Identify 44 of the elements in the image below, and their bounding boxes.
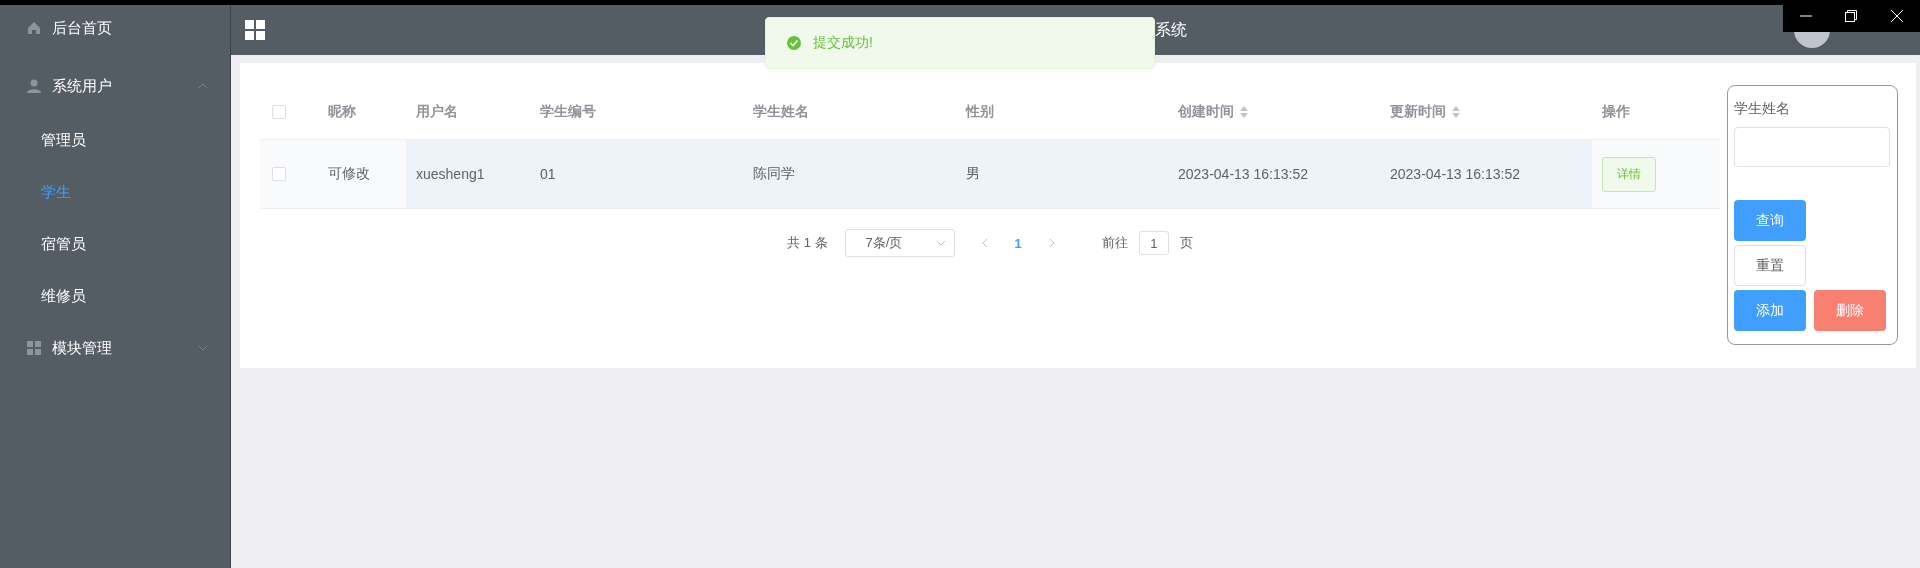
restore-icon bbox=[1845, 10, 1858, 22]
table-cell: 01 bbox=[540, 166, 556, 182]
table-cell: 陈同学 bbox=[753, 165, 795, 183]
column-header: 更新时间 bbox=[1390, 103, 1446, 121]
close-icon bbox=[1891, 10, 1904, 22]
column-header: 学生编号 bbox=[540, 103, 596, 121]
page-suffix: 页 bbox=[1179, 234, 1193, 252]
submenu-item[interactable]: 管理员 bbox=[0, 123, 230, 157]
submenu-item[interactable]: 维修员 bbox=[0, 279, 230, 313]
grid-icon bbox=[26, 340, 42, 356]
home-icon bbox=[26, 20, 42, 36]
column-header: 昵称 bbox=[328, 103, 356, 121]
column-header: 性别 bbox=[966, 103, 994, 121]
reset-button[interactable]: 重置 bbox=[1734, 245, 1806, 286]
menu-item[interactable]: 系统用户 bbox=[0, 69, 230, 103]
caret-icon bbox=[935, 240, 946, 246]
submenu-item[interactable]: 宿管员 bbox=[0, 227, 230, 261]
table-cell: 男 bbox=[966, 165, 980, 183]
column-header: 创建时间 bbox=[1178, 103, 1234, 121]
page-input[interactable]: 1 bbox=[1138, 231, 1169, 255]
page-size-select[interactable]: 7条/页 bbox=[844, 229, 955, 257]
chevron-left-icon bbox=[981, 238, 988, 248]
table-cell: 2023-04-13 16:13:52 bbox=[1390, 166, 1520, 182]
total-count: 共 1 条 bbox=[787, 234, 828, 252]
table-cell: 2023-04-13 16:13:52 bbox=[1178, 166, 1308, 182]
table-cell: xuesheng1 bbox=[416, 166, 485, 182]
field-label: 学生姓名 bbox=[1734, 100, 1791, 118]
column-header: 用户名 bbox=[416, 103, 458, 121]
table-row[interactable]: 可修改 xuesheng1 01 陈同学 男 2023-04-13 16:13:52 2023-04-13 16:13:52 详情 bbox=[260, 140, 1720, 209]
user-icon bbox=[26, 78, 42, 94]
header-title: 系统 bbox=[1155, 19, 1188, 40]
check-circle-icon bbox=[787, 36, 801, 50]
column-header: 学生姓名 bbox=[753, 103, 809, 121]
checkbox[interactable] bbox=[272, 167, 286, 181]
menu-item[interactable]: 模块管理 bbox=[0, 331, 230, 365]
input-field[interactable] bbox=[1734, 127, 1890, 167]
grid-icon bbox=[245, 20, 265, 40]
menu-item[interactable]: 后台首页 bbox=[0, 11, 230, 45]
table-cell: 可修改 bbox=[328, 165, 370, 183]
chevron-right-icon bbox=[1048, 238, 1055, 248]
success-toast: 提交成功! bbox=[765, 17, 1155, 69]
column-header: 操作 bbox=[1602, 103, 1630, 121]
checkbox[interactable] bbox=[272, 105, 286, 119]
goto-label: 前往 bbox=[1101, 234, 1128, 252]
